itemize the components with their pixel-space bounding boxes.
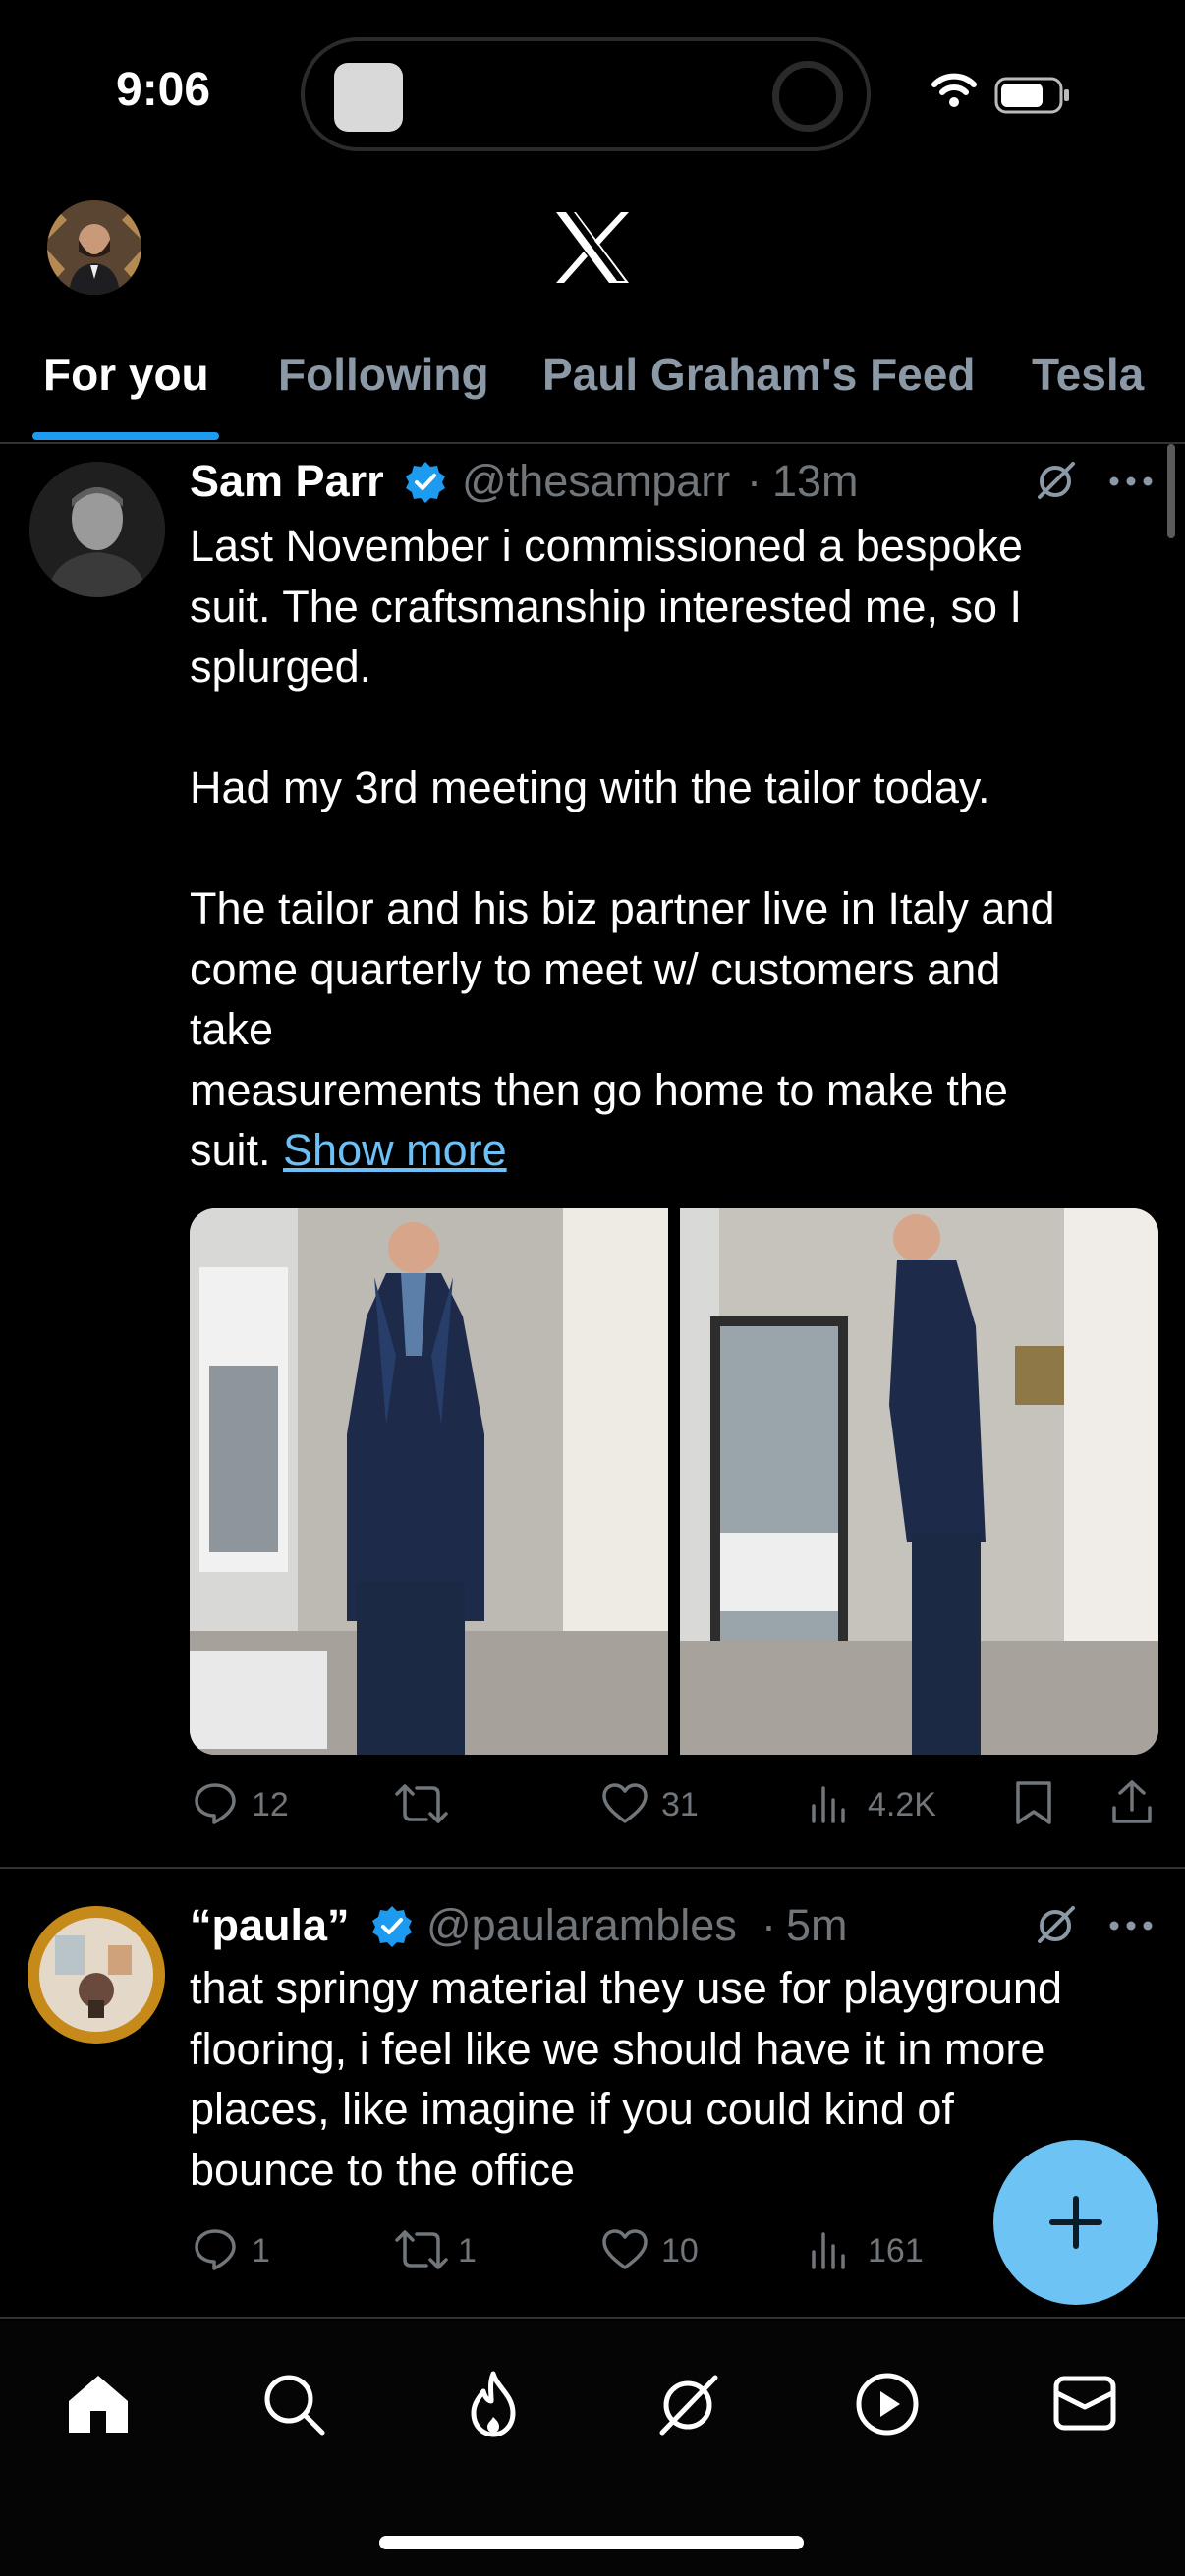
post-media-grid[interactable]	[190, 1208, 1158, 1755]
live-activity-ring-icon	[772, 61, 843, 132]
bookmark-button[interactable]	[1014, 1780, 1053, 1825]
tab-paul-grahams-feed[interactable]: Paul Graham's Feed	[542, 348, 975, 401]
home-indicator[interactable]	[379, 2536, 804, 2549]
wifi-icon	[931, 73, 977, 108]
reply-count: 1	[252, 2232, 270, 2269]
like-count: 31	[661, 1786, 699, 1823]
post-body: Last November i commissioned a bespoke s…	[190, 521, 1055, 1175]
views-button[interactable]	[810, 2230, 849, 2269]
nav-flame-icon[interactable]	[462, 2370, 525, 2438]
post-timestamp[interactable]: 5m	[786, 1900, 848, 1951]
post-author-handle[interactable]: @paularambles	[426, 1900, 737, 1951]
verified-badge-icon	[369, 1904, 415, 1949]
grok-icon[interactable]	[1034, 1904, 1077, 1947]
repost-count: 1	[458, 2232, 477, 2269]
reply-button[interactable]	[193, 1780, 238, 1825]
post-timestamp[interactable]: 13m	[772, 456, 859, 507]
like-count: 10	[661, 2232, 699, 2269]
views-count: 4.2K	[868, 1786, 936, 1823]
x-logo	[552, 210, 633, 285]
like-button[interactable]	[601, 2228, 649, 2271]
nav-video-icon[interactable]	[855, 2372, 920, 2436]
post-author-avatar[interactable]	[28, 1906, 165, 2044]
status-time: 9:06	[116, 64, 211, 116]
post-author-name[interactable]: Sam Parr	[190, 456, 384, 507]
active-tab-indicator	[32, 432, 219, 440]
compose-button[interactable]	[993, 2140, 1158, 2305]
more-icon[interactable]	[1108, 1920, 1154, 1932]
plus-icon	[1049, 2196, 1102, 2249]
show-more-link[interactable]: Show more	[283, 1125, 507, 1175]
post-dot-separator: ·	[762, 1900, 776, 1950]
nav-home-icon[interactable]	[65, 2372, 132, 2435]
post-author-handle[interactable]: @thesamparr	[462, 456, 730, 507]
reply-button[interactable]	[193, 2226, 238, 2271]
verified-badge-icon	[403, 460, 448, 505]
views-button[interactable]	[810, 1784, 849, 1823]
dynamic-island	[301, 37, 871, 151]
nav-search-icon[interactable]	[261, 2372, 326, 2436]
post-dot-separator: ·	[747, 456, 762, 506]
more-icon[interactable]	[1108, 476, 1154, 487]
nav-mail-icon[interactable]	[1053, 2376, 1116, 2431]
profile-avatar[interactable]	[47, 200, 141, 295]
tabs-divider	[0, 442, 1185, 444]
post-text: Last November i commissioned a bespoke s…	[190, 516, 1153, 1181]
live-activity-app-icon	[334, 63, 403, 132]
like-button[interactable]	[601, 1782, 649, 1825]
repost-button[interactable]	[395, 1782, 448, 1825]
share-button[interactable]	[1110, 1778, 1154, 1825]
post-divider	[0, 1867, 1185, 1869]
media-photo-side	[680, 1208, 1158, 1755]
nav-grok-icon[interactable]	[654, 2372, 721, 2438]
post-author-name[interactable]: “paula”	[190, 1900, 350, 1951]
views-count: 161	[868, 2232, 924, 2269]
post-author-avatar[interactable]	[29, 462, 165, 597]
grok-icon[interactable]	[1034, 460, 1077, 503]
battery-icon	[994, 77, 1071, 114]
media-photo-front	[190, 1208, 668, 1755]
reply-count: 12	[252, 1786, 289, 1823]
repost-button[interactable]	[395, 2228, 448, 2271]
post-divider	[0, 2317, 1185, 2319]
scrollbar-thumb[interactable]	[1167, 444, 1175, 538]
tab-for-you[interactable]: For you	[43, 348, 209, 401]
tab-following[interactable]: Following	[278, 348, 489, 401]
tab-tesla[interactable]: Tesla	[1032, 348, 1144, 401]
